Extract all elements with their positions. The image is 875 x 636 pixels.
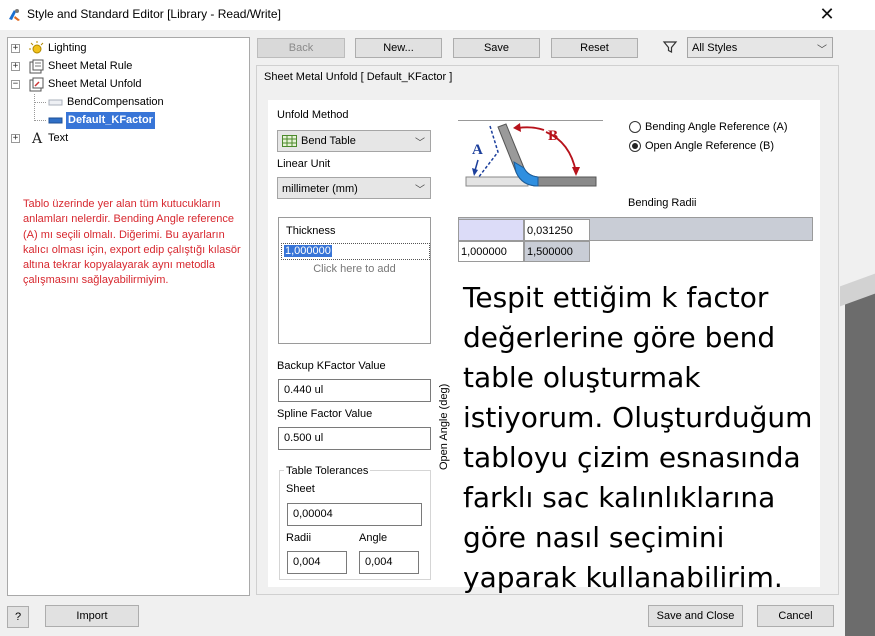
text-style-icon: A xyxy=(30,130,45,147)
reset-button[interactable]: Reset xyxy=(551,38,638,58)
diagram-label-b: B xyxy=(548,128,559,144)
radio-label: Open Angle Reference (B) xyxy=(645,140,775,152)
background-edge xyxy=(845,290,875,636)
radio-selected-icon[interactable] xyxy=(629,140,641,152)
tree-item-label: Default_KFactor xyxy=(66,112,155,129)
svg-text:A: A xyxy=(31,131,43,145)
spline-factor-label: Spline Factor Value xyxy=(277,408,373,420)
spline-factor-input[interactable]: 0.500 ul xyxy=(278,427,431,450)
thickness-row[interactable]: 1,000000 xyxy=(281,243,430,260)
bend-table-corner-cell[interactable] xyxy=(458,219,524,241)
expand-icon[interactable]: + xyxy=(11,44,20,53)
radio-label: Bending Angle Reference (A) xyxy=(645,121,788,133)
new-button[interactable]: New... xyxy=(355,38,442,58)
thickness-value[interactable]: 1,000000 xyxy=(284,245,332,257)
help-button[interactable]: ? xyxy=(7,606,29,628)
import-button[interactable]: Import xyxy=(45,605,139,627)
tree-connector xyxy=(34,102,46,103)
thickness-list[interactable]: Thickness 1,000000 Click here to add xyxy=(278,217,431,344)
title-bar: Style and Standard Editor [Library - Rea… xyxy=(0,0,875,30)
unfold-item-icon xyxy=(48,113,63,128)
unfold-method-dropdown[interactable]: Bend Table ﹀ xyxy=(277,130,431,152)
bend-reference-diagram: A B xyxy=(458,120,603,190)
save-button[interactable]: Save xyxy=(453,38,540,58)
tree-item-label: Sheet Metal Unfold xyxy=(48,78,142,90)
backup-kfactor-input[interactable]: 0.440 ul xyxy=(278,379,431,402)
back-button[interactable]: Back xyxy=(257,38,345,58)
chevron-down-icon: ﹀ xyxy=(415,138,425,149)
app-logo-icon xyxy=(6,7,22,23)
window-title: Style and Standard Editor [Library - Rea… xyxy=(27,7,281,21)
overlay-question-text: Tespit ettiğim k factor değerlerine göre… xyxy=(463,281,813,594)
bend-table-value-cell[interactable]: 1,500000 xyxy=(524,241,590,262)
sheet-tolerance-label: Sheet xyxy=(286,483,315,495)
lighting-icon xyxy=(29,41,44,56)
panel-header: Sheet Metal Unfold [ Default_KFactor ] xyxy=(264,71,453,83)
sheet-metal-unfold-icon xyxy=(29,77,44,92)
linear-unit-dropdown[interactable]: millimeter (mm) ﹀ xyxy=(277,177,431,199)
bend-table-radius-header[interactable]: 0,031250 xyxy=(524,219,590,241)
diagram-label-a: A xyxy=(472,142,483,158)
tree-item-label: Lighting xyxy=(48,42,87,54)
filter-icon[interactable] xyxy=(662,39,678,55)
tree-connector xyxy=(34,120,46,121)
collapse-icon[interactable]: − xyxy=(11,80,20,89)
backup-kfactor-label: Backup KFactor Value xyxy=(277,360,386,372)
chevron-down-icon: ﹀ xyxy=(415,185,425,196)
linear-unit-label: Linear Unit xyxy=(277,158,331,170)
unfold-item-icon xyxy=(48,95,63,110)
angle-tolerance-label: Angle xyxy=(359,532,388,544)
sheet-metal-rule-icon xyxy=(29,59,44,74)
angle-tolerance-input[interactable]: 0,004 xyxy=(359,551,419,574)
linear-unit-value: millimeter (mm) xyxy=(282,183,358,195)
style-filter-dropdown[interactable]: All Styles ﹀ xyxy=(687,37,833,58)
unfold-method-label: Unfold Method xyxy=(277,109,349,121)
tree-item-label: Sheet Metal Rule xyxy=(48,60,133,72)
expand-icon[interactable]: + xyxy=(11,62,20,71)
thickness-header: Thickness xyxy=(286,225,336,237)
table-icon xyxy=(282,135,297,147)
expand-icon[interactable]: + xyxy=(11,134,20,143)
thickness-add-hint[interactable]: Click here to add xyxy=(279,263,430,275)
chevron-down-icon: ﹀ xyxy=(817,45,827,56)
radii-tolerance-label: Radii xyxy=(286,532,312,544)
close-icon[interactable]: ✕ xyxy=(816,3,838,25)
bend-table-thickness-cell[interactable]: 1,000000 xyxy=(458,241,524,262)
user-note: Tablo üzerinde yer alan tüm kutucukların… xyxy=(23,198,241,287)
style-tree[interactable]: + Lighting + Sheet Metal Rule − Sheet Me… xyxy=(7,37,250,596)
tree-item-label: Text xyxy=(48,132,69,144)
tree-item-label: BendCompensation xyxy=(67,96,164,108)
style-filter-value: All Styles xyxy=(692,42,738,54)
radii-tolerance-input[interactable]: 0,004 xyxy=(287,551,347,574)
tree-connector xyxy=(34,94,35,121)
unfold-method-value: Bend Table xyxy=(301,135,356,147)
save-and-close-button[interactable]: Save and Close xyxy=(648,605,743,627)
sheet-tolerance-input[interactable]: 0,00004 xyxy=(287,503,422,526)
table-tolerances-title: Table Tolerances xyxy=(284,465,371,477)
cancel-button[interactable]: Cancel xyxy=(757,605,834,627)
radio-icon[interactable] xyxy=(629,121,641,133)
open-angle-label: Open Angle (deg) xyxy=(438,384,452,470)
bending-radii-label: Bending Radii xyxy=(628,197,697,209)
